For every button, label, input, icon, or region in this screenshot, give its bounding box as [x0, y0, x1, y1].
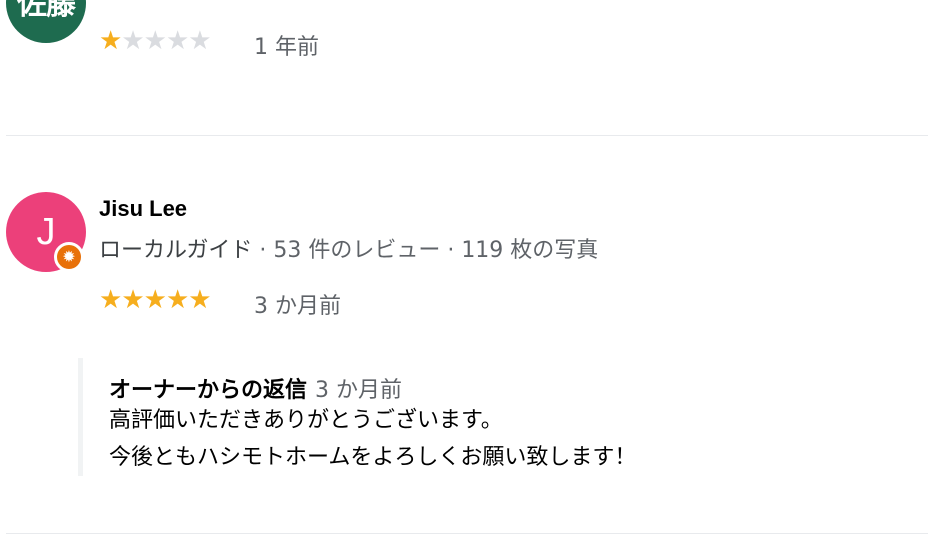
reviewer-meta[interactable]: ローカルガイド · 53 件のレビュー · 119 枚の写真 — [99, 232, 598, 264]
star-icon: ★ — [99, 285, 122, 315]
owner-reply-text: 高評価いただきありがとうございます。 今後ともハシモトホームをよろしくお願い致し… — [109, 402, 636, 476]
star-icon: ★ — [188, 26, 211, 56]
star-icon: ★ — [121, 26, 144, 56]
review-time: 3 か月前 — [254, 294, 341, 319]
review-divider — [6, 533, 928, 534]
local-guide-badge-icon: ✹ — [54, 242, 84, 272]
avatar-initials: 佐藤 — [17, 0, 76, 22]
reply-indent-bar — [78, 358, 83, 476]
review-divider — [6, 135, 928, 136]
star-icon: ★ — [143, 285, 167, 315]
reviewer-avatar[interactable]: 佐藤 — [6, 0, 86, 43]
owner-reply-title: オーナーからの返信 — [109, 378, 308, 403]
owner-reply-line: 今後ともハシモトホームをよろしくお願い致します！ — [109, 445, 637, 470]
owner-reply-line: 高評価いただきありがとうございます。 — [109, 408, 503, 433]
local-guide-label: ローカルガイド — [99, 238, 253, 263]
star-icon: ★ — [188, 285, 211, 315]
star-rating: ★ ★ ★ ★ ★ — [99, 26, 212, 56]
star-icon: ★ — [121, 285, 144, 315]
star-icon: ★ — [165, 285, 189, 315]
review-count: 53 件のレビュー — [273, 238, 441, 263]
avatar-initials: J — [36, 210, 56, 253]
star-rating: ★ ★ ★ ★ ★ — [99, 285, 212, 315]
owner-reply-header: オーナーからの返信 3 か月前 — [109, 372, 402, 404]
star-icon: ★ — [165, 26, 189, 56]
photo-count: 119 枚の写真 — [461, 238, 599, 263]
owner-reply-time: 3 か月前 — [315, 378, 403, 403]
star-icon: ★ — [143, 26, 167, 56]
reviewer-name[interactable]: Jisu Lee — [99, 196, 187, 222]
review-time: 1 年前 — [254, 35, 319, 60]
star-icon: ★ — [99, 26, 122, 56]
